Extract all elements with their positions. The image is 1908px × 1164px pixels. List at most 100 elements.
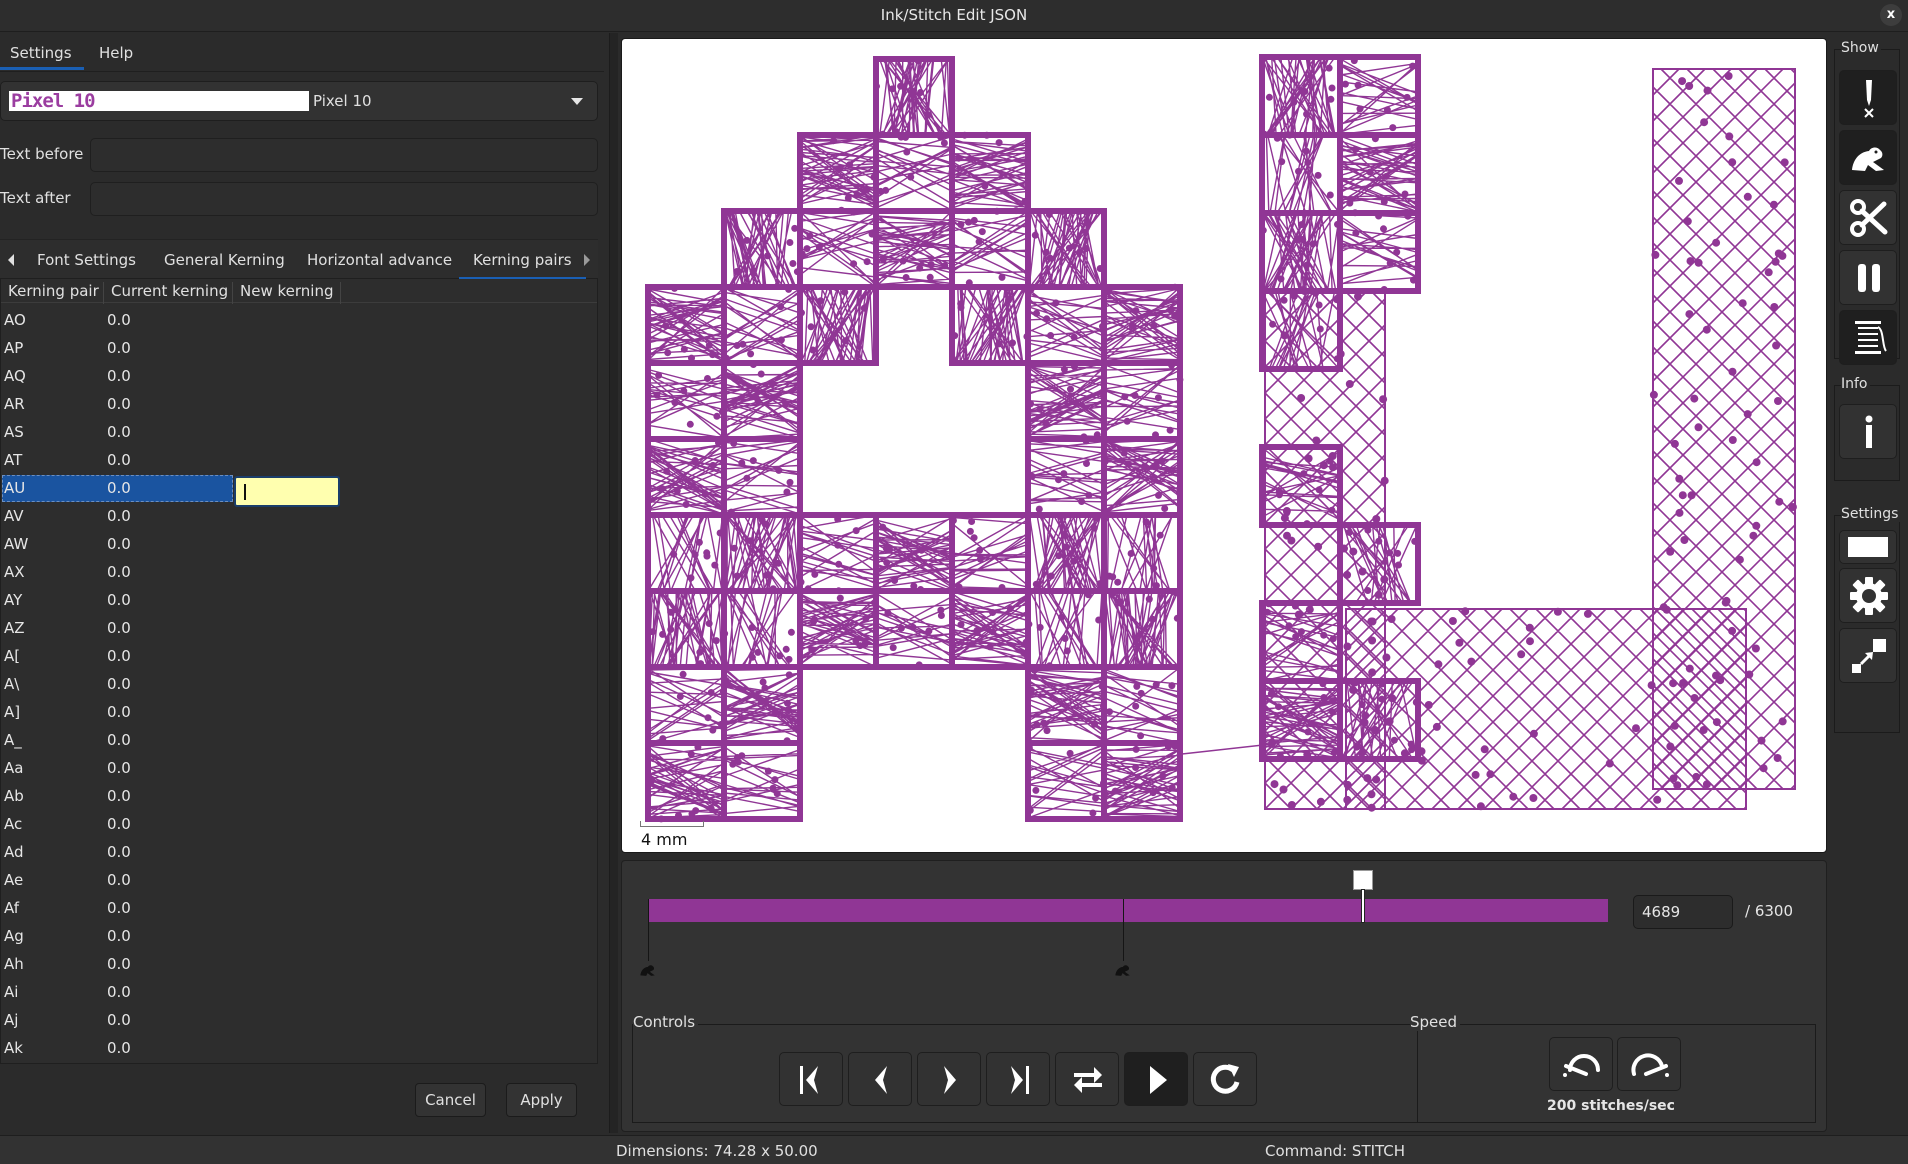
close-window-button[interactable]: x	[1880, 4, 1902, 26]
resize-icon	[1852, 639, 1886, 673]
table-row[interactable]: Aj 0.0	[1, 1007, 597, 1035]
table-row[interactable]: AY 0.0	[1, 587, 597, 615]
table-row[interactable]: Ak 0.0	[1, 1035, 597, 1063]
table-row[interactable]: AU 0.0	[1, 475, 597, 507]
table-row[interactable]: A\ 0.0	[1, 671, 597, 699]
play-icon	[1150, 1066, 1167, 1094]
current-stitch-input[interactable]: 4689	[1633, 895, 1733, 929]
scale-bar	[640, 821, 704, 827]
speed-faster-icon	[1631, 1053, 1669, 1077]
stitch-block	[721, 588, 803, 670]
text-before-input[interactable]	[90, 138, 598, 172]
column-header-kerning-pair[interactable]: Kerning pair	[1, 282, 104, 304]
toggle-jumps-button[interactable]	[1839, 130, 1897, 185]
table-row[interactable]: Ae 0.0	[1, 867, 597, 895]
kerning-pair-cell: A[	[4, 647, 21, 665]
apply-button[interactable]: Apply	[506, 1083, 577, 1117]
table-row[interactable]: Af 0.0	[1, 895, 597, 923]
stitch-preview-canvas[interactable]: 4 mm	[621, 38, 1827, 853]
tab-font-settings[interactable]: Font Settings	[37, 251, 136, 269]
table-row[interactable]: AP 0.0	[1, 335, 597, 363]
stitch-block	[645, 588, 727, 670]
table-row[interactable]: AS 0.0	[1, 419, 597, 447]
table-row[interactable]: AX 0.0	[1, 559, 597, 587]
table-row[interactable]: AZ 0.0	[1, 615, 597, 643]
current-kerning-cell: 0.0	[107, 1011, 131, 1029]
kerning-pair-cell: Af	[4, 899, 20, 917]
stitch-block	[1025, 512, 1107, 594]
cancel-button[interactable]: Cancel	[415, 1083, 486, 1117]
chevron-down-icon[interactable]	[571, 98, 583, 105]
table-row[interactable]: Ag 0.0	[1, 923, 597, 951]
tab-settings[interactable]: Settings	[0, 44, 83, 70]
toggle-needle-points-button[interactable]	[1839, 70, 1897, 125]
column-header-current-kerning[interactable]: Current kerning	[104, 282, 233, 304]
settings-gear-icon	[1850, 577, 1888, 615]
step-forward-button[interactable]	[917, 1052, 981, 1106]
stitch-block	[1259, 54, 1343, 138]
tab-scroll-left-icon[interactable]	[8, 254, 14, 266]
slower-button[interactable]	[1549, 1037, 1613, 1091]
controls-label: Controls	[633, 1013, 699, 1031]
background-color-button[interactable]	[1839, 530, 1897, 564]
table-row[interactable]: AV 0.0	[1, 503, 597, 531]
stitch-block	[949, 284, 1031, 366]
jump-marker-line	[1123, 899, 1125, 961]
stitch-block	[645, 360, 727, 442]
kerning-pair-cell: Ah	[4, 955, 24, 973]
tab-horizontal-advance[interactable]: Horizontal advance	[307, 251, 452, 269]
tab-scroll-right-icon[interactable]	[584, 254, 590, 266]
info-button[interactable]	[1839, 404, 1897, 459]
toggle-trims-button[interactable]	[1839, 190, 1897, 245]
settings-button[interactable]	[1839, 568, 1897, 623]
resize-button[interactable]	[1839, 628, 1897, 683]
info-label: Info	[1841, 376, 1870, 392]
tab-kerning-pairs[interactable]: Kerning pairs	[459, 251, 586, 280]
next-icon	[944, 1066, 956, 1094]
play-button[interactable]	[1124, 1052, 1188, 1106]
font-select-dropdown[interactable]: Pixel 10 Pixel 10	[0, 81, 598, 121]
table-row[interactable]: Ah 0.0	[1, 951, 597, 979]
table-row[interactable]: AT 0.0	[1, 447, 597, 475]
direction-icon	[1074, 1067, 1102, 1093]
kerning-pair-cell: AU	[4, 479, 26, 497]
show-label: Show	[1841, 40, 1881, 56]
table-row[interactable]: Ai 0.0	[1, 979, 597, 1007]
stitch-block	[797, 588, 879, 670]
kerning-pair-cell: Aj	[4, 1011, 19, 1029]
table-row[interactable]: A_ 0.0	[1, 727, 597, 755]
table-row[interactable]: A[0.0	[1, 643, 597, 671]
toggle-color-changes-button[interactable]	[1839, 310, 1897, 365]
kerning-pair-cell: A_	[4, 731, 22, 749]
table-row[interactable]: AR 0.0	[1, 391, 597, 419]
table-row[interactable]: A] 0.0	[1, 699, 597, 727]
tab-help[interactable]: Help	[99, 44, 133, 62]
faster-button[interactable]	[1617, 1037, 1681, 1091]
column-header-new-kerning[interactable]: New kerning	[233, 282, 341, 304]
tab-general-kerning[interactable]: General Kerning	[164, 251, 285, 269]
table-row[interactable]: AQ 0.0	[1, 363, 597, 391]
current-kerning-cell: 0.0	[107, 731, 131, 749]
table-row[interactable]: Aa 0.0	[1, 755, 597, 783]
toggle-stops-button[interactable]	[1839, 250, 1897, 305]
current-kerning-cell: 0.0	[107, 927, 131, 945]
table-row[interactable]: Ad 0.0	[1, 839, 597, 867]
stitch-slider-track[interactable]	[648, 899, 1608, 922]
restart-button[interactable]	[1193, 1052, 1257, 1106]
stitch-slider-handle[interactable]	[1352, 870, 1373, 890]
jump-marker-icon[interactable]	[638, 961, 658, 979]
step-back-button[interactable]	[848, 1052, 912, 1106]
jump-to-start-button[interactable]	[779, 1052, 843, 1106]
table-row[interactable]: Ab 0.0	[1, 783, 597, 811]
jump-marker-icon[interactable]	[1113, 961, 1133, 979]
table-row[interactable]: AW 0.0	[1, 531, 597, 559]
text-after-input[interactable]	[90, 182, 598, 216]
kerning-pair-cell: AP	[4, 339, 24, 357]
toggle-direction-button[interactable]	[1055, 1052, 1119, 1106]
current-stitch-value: 4689	[1642, 903, 1681, 921]
table-row[interactable]: Ac 0.0	[1, 811, 597, 839]
font-name-label: Pixel 10	[313, 92, 372, 110]
panel-splitter[interactable]	[610, 33, 618, 1133]
table-row[interactable]: AO 0.0	[1, 307, 597, 335]
jump-to-end-button[interactable]	[986, 1052, 1050, 1106]
